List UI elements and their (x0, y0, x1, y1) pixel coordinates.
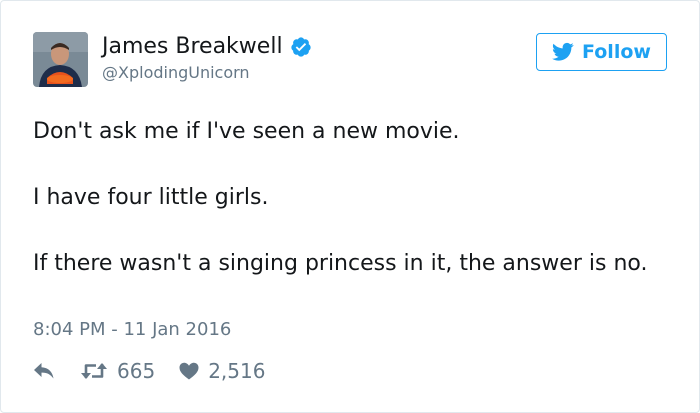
tweet-actions: 665 2,516 (33, 358, 265, 384)
like-count: 2,516 (208, 359, 266, 383)
retweet-icon (81, 363, 107, 379)
tweet-card: James Breakwell @XplodingUnicorn Follow … (0, 0, 700, 413)
author-display-name[interactable]: James Breakwell (102, 34, 283, 60)
like-button[interactable]: 2,516 (179, 359, 265, 383)
avatar[interactable] (33, 32, 88, 87)
tweet-paragraph: If there wasn't a singing princess in it… (33, 251, 648, 276)
tweet-paragraph: Don't ask me if I've seen a new movie. (33, 119, 460, 144)
author-name-row: James Breakwell (102, 34, 312, 60)
retweet-button[interactable]: 665 (80, 359, 155, 383)
tweet-text: Don't ask me if I've seen a new movie. I… (33, 115, 673, 280)
follow-button-label: Follow (582, 41, 651, 63)
tweet-timestamp[interactable]: 8:04 PM - 11 Jan 2016 (33, 318, 231, 342)
reply-button[interactable] (33, 362, 55, 380)
verified-badge-icon (290, 37, 311, 57)
reply-icon (34, 363, 54, 379)
heart-icon (179, 362, 199, 380)
tweet-paragraph: I have four little girls. (33, 185, 269, 210)
retweet-count: 665 (117, 359, 156, 383)
follow-button[interactable]: Follow (536, 33, 667, 71)
author-handle[interactable]: @XplodingUnicorn (102, 63, 250, 83)
twitter-bird-icon (552, 42, 574, 61)
